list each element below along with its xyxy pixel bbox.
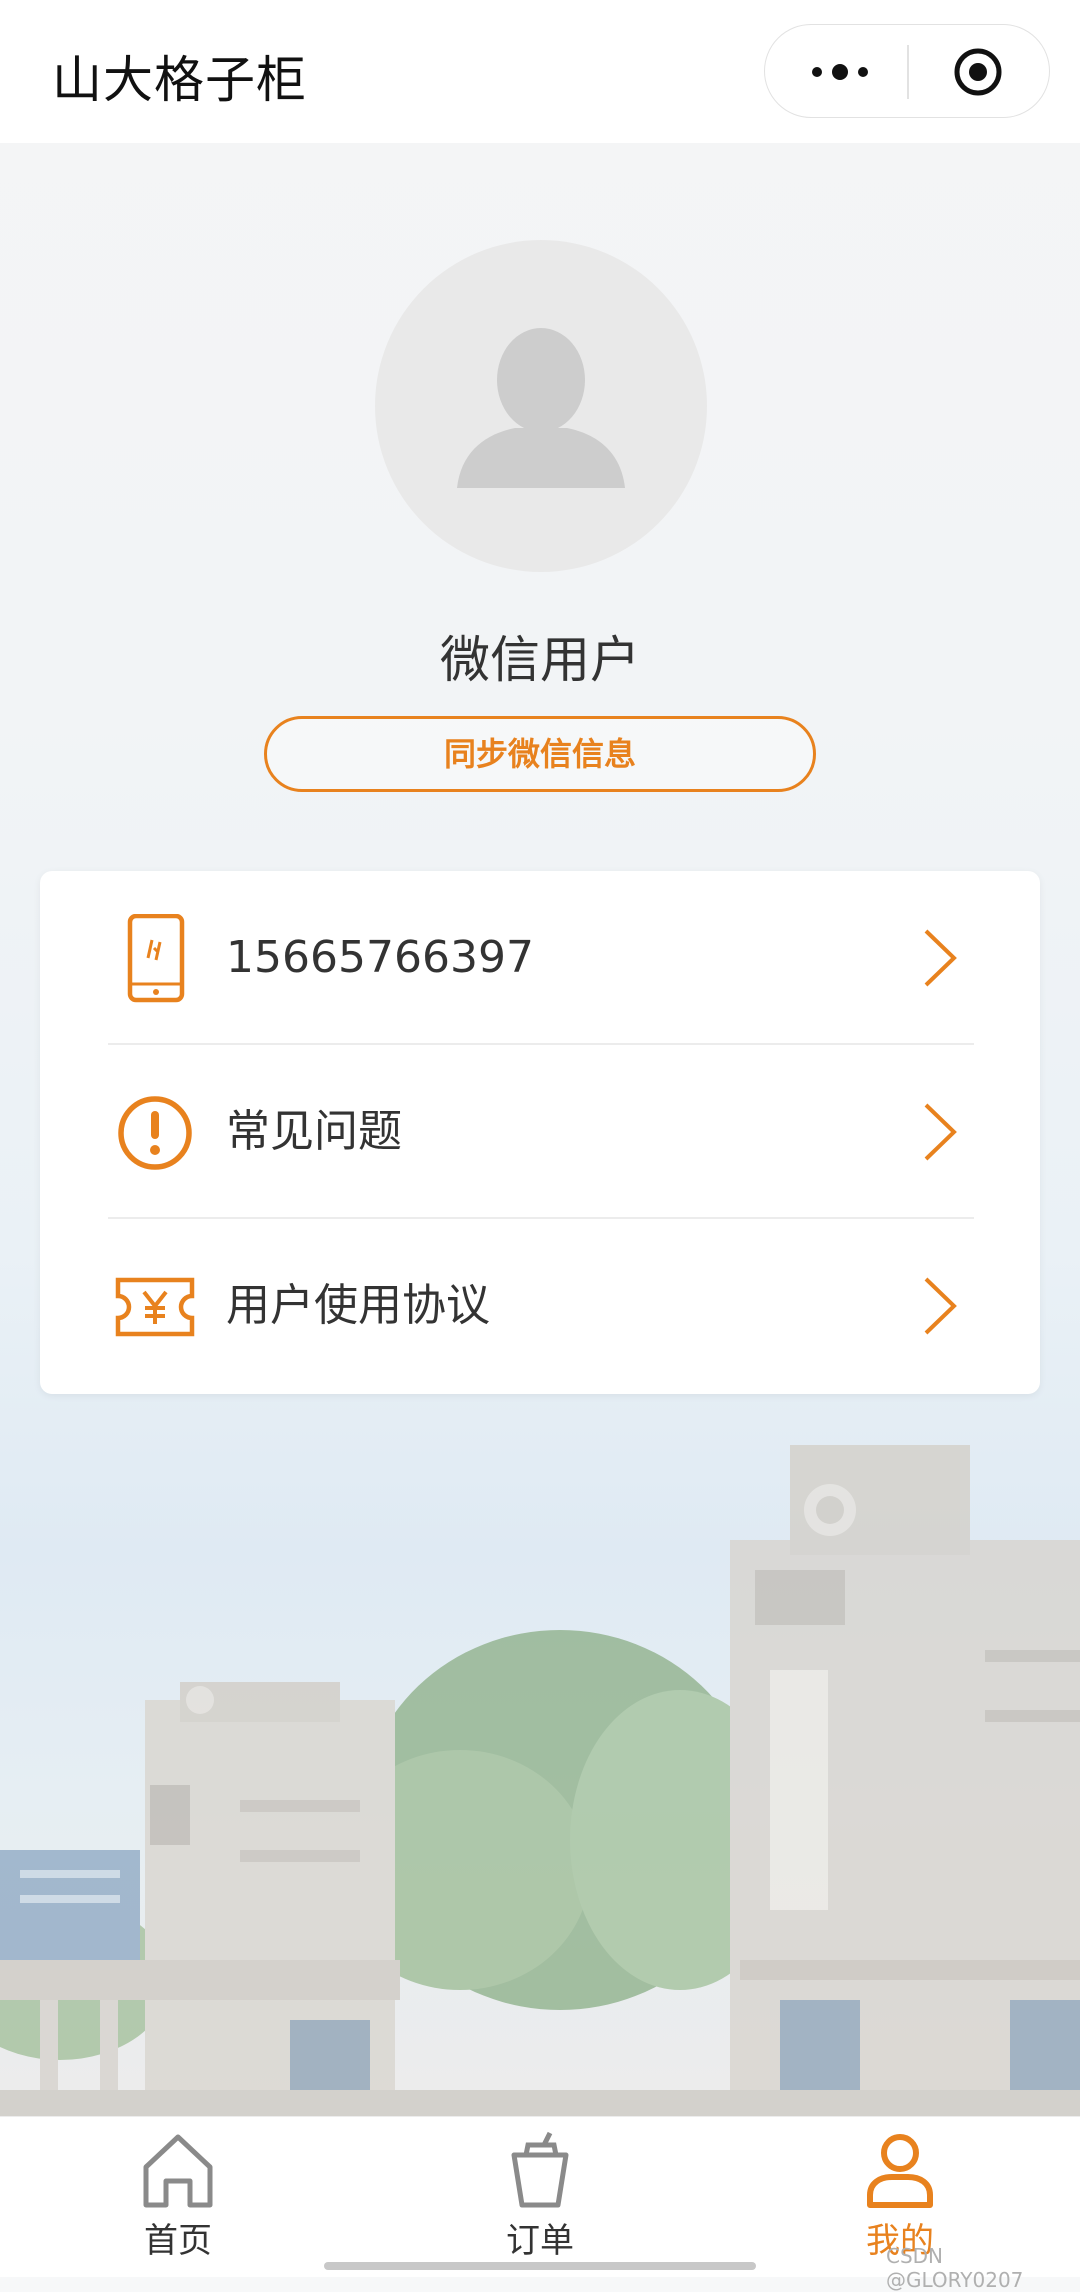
menu-item-user-agreement[interactable]: 用户使用协议 — [40, 1219, 1040, 1393]
user-nickname: 微信用户 — [440, 631, 640, 689]
menu-item-faq[interactable]: 常见问题 — [40, 1045, 1040, 1219]
exclamation-circle-icon — [118, 1096, 192, 1170]
chevron-right-icon — [924, 1277, 957, 1335]
close-mini-program-icon[interactable] — [953, 47, 1003, 97]
capsule-divider — [907, 45, 909, 99]
tab-home[interactable]: 首页 — [78, 2117, 278, 2277]
menu-card: 15665766397 常见问题 用户使用协议 — [40, 871, 1040, 1394]
phone-icon — [127, 914, 185, 1003]
mini-program-capsule — [764, 24, 1050, 118]
navigation-bar: 山大格子柜 — [0, 0, 1080, 143]
chevron-right-icon — [924, 929, 957, 987]
user-agreement-label: 用户使用协议 — [226, 1280, 490, 1331]
campus-building-illustration — [0, 1445, 1080, 2116]
page-title: 山大格子柜 — [52, 51, 307, 109]
tab-orders[interactable]: 订单 — [440, 2117, 640, 2277]
home-icon — [143, 2134, 213, 2208]
default-avatar-icon — [457, 328, 625, 488]
faq-label: 常见问题 — [226, 1106, 402, 1157]
tab-home-label: 首页 — [144, 2221, 212, 2261]
phone-number: 15665766397 — [226, 932, 534, 983]
user-icon — [867, 2134, 933, 2208]
watermark: CSDN @GLORY0207 — [886, 2244, 1024, 2292]
tab-orders-label: 订单 — [506, 2221, 574, 2261]
sync-wechat-info-button[interactable]: 同步微信信息 — [264, 716, 816, 792]
ticket-yuan-icon — [115, 1277, 195, 1337]
home-indicator — [324, 2262, 756, 2270]
avatar[interactable] — [375, 240, 707, 572]
cup-icon — [511, 2131, 569, 2208]
more-icon[interactable] — [805, 55, 875, 89]
chevron-right-icon — [924, 1103, 957, 1161]
menu-item-phone[interactable]: 15665766397 — [40, 871, 1040, 1045]
